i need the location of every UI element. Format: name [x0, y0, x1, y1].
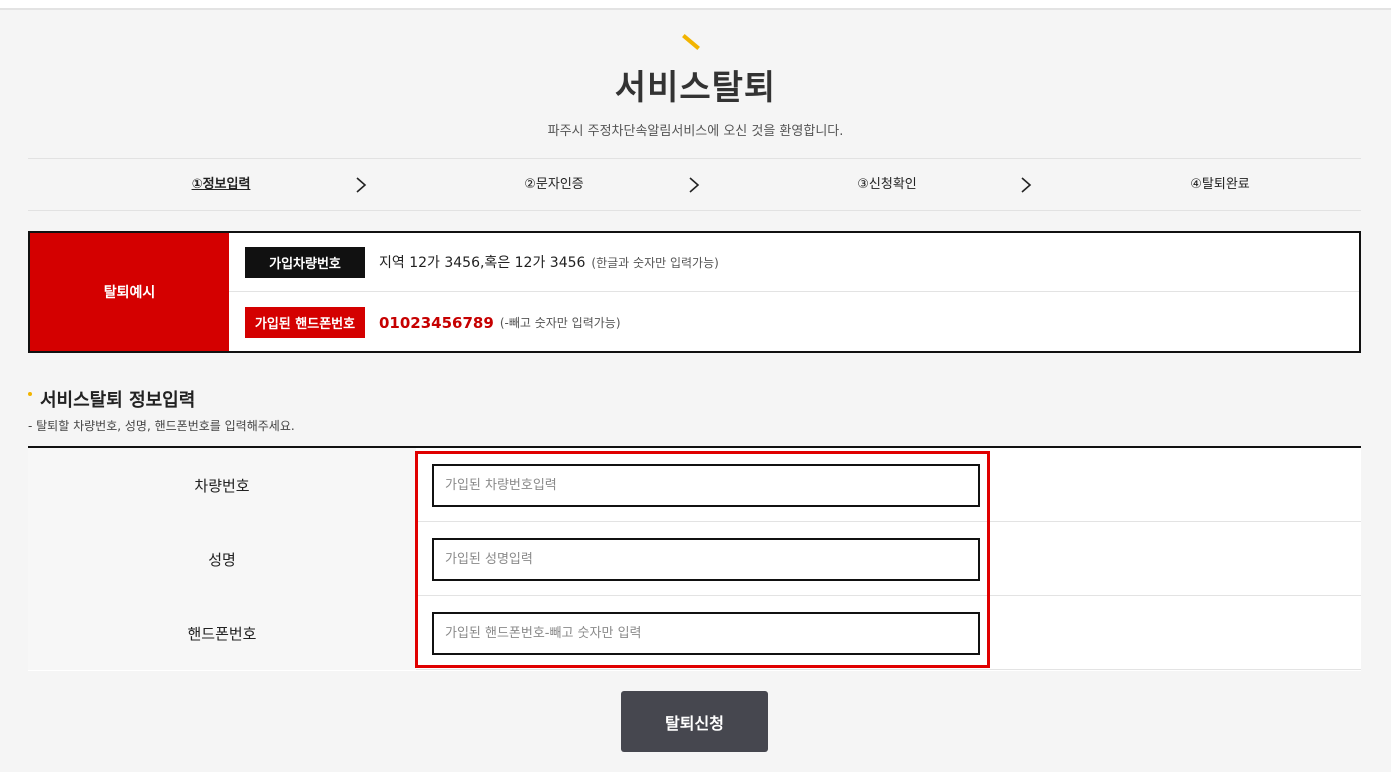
example-row-vehicle: 가입차량번호 지역 12가 3456,혹은 12가 3456 (한글과 숫자만 … [229, 233, 1359, 292]
page-subtitle: 파주시 주정차단속알림서비스에 오신 것을 환영합니다. [547, 124, 844, 139]
example-row-phone: 가입된 핸드폰번호 01023456789 (-빼고 숫자만 입력가능) [229, 293, 1359, 352]
form-row-phone: 핸드폰번호 [28, 596, 1361, 670]
phone-example-note: (-빼고 숫자만 입력가능) [499, 316, 621, 330]
vehicle-number-input[interactable] [432, 464, 980, 507]
form-row-name: 성명 [28, 522, 1361, 596]
phone-example-value: 01023456789 [379, 313, 494, 332]
step-2-sms-auth: ②문자인증 [524, 177, 584, 192]
section-title: 서비스탈퇴 정보입력 [40, 390, 196, 411]
phone-number-tag: 가입된 핸드폰번호 [245, 307, 365, 338]
top-bar [0, 0, 1391, 10]
page-title: 서비스탈퇴 [614, 68, 777, 108]
chevron-right-icon [356, 177, 367, 193]
step-1-info-input: ①정보입력 [191, 177, 251, 192]
withdraw-submit-button[interactable]: 탈퇴신청 [621, 691, 768, 752]
section-bullet-icon [28, 392, 32, 396]
withdrawal-form: 차량번호 성명 핸드폰번호 [28, 446, 1361, 671]
vehicle-number-label: 차량번호 [28, 448, 416, 522]
withdrawal-example-box: 탈퇴예시 가입차량번호 지역 12가 3456,혹은 12가 3456 (한글과… [28, 231, 1361, 353]
phone-number-label: 핸드폰번호 [28, 596, 416, 670]
name-label: 성명 [28, 522, 416, 596]
step-navigation: ①정보입력 ②문자인증 ③신청확인 ④탈퇴완료 [28, 158, 1361, 211]
step-3-confirm: ③신청확인 [857, 177, 917, 192]
vehicle-number-tag: 가입차량번호 [245, 246, 365, 278]
chevron-right-icon [1021, 177, 1032, 193]
phone-number-input[interactable] [432, 612, 980, 655]
chevron-right-icon [689, 177, 700, 193]
title-accent-mark [682, 34, 700, 50]
name-input[interactable] [432, 538, 980, 581]
vehicle-example-note: (한글과 숫자만 입력가능) [591, 255, 719, 270]
step-4-complete: ④탈퇴완료 [1190, 177, 1250, 192]
vehicle-example-value: 지역 12가 3456,혹은 12가 3456 [379, 255, 586, 271]
example-heading: 탈퇴예시 [30, 233, 229, 351]
section-description: - 탈퇴할 차량번호, 성명, 핸드폰번호를 입력해주세요. [28, 419, 295, 433]
form-row-vehicle: 차량번호 [28, 448, 1361, 522]
